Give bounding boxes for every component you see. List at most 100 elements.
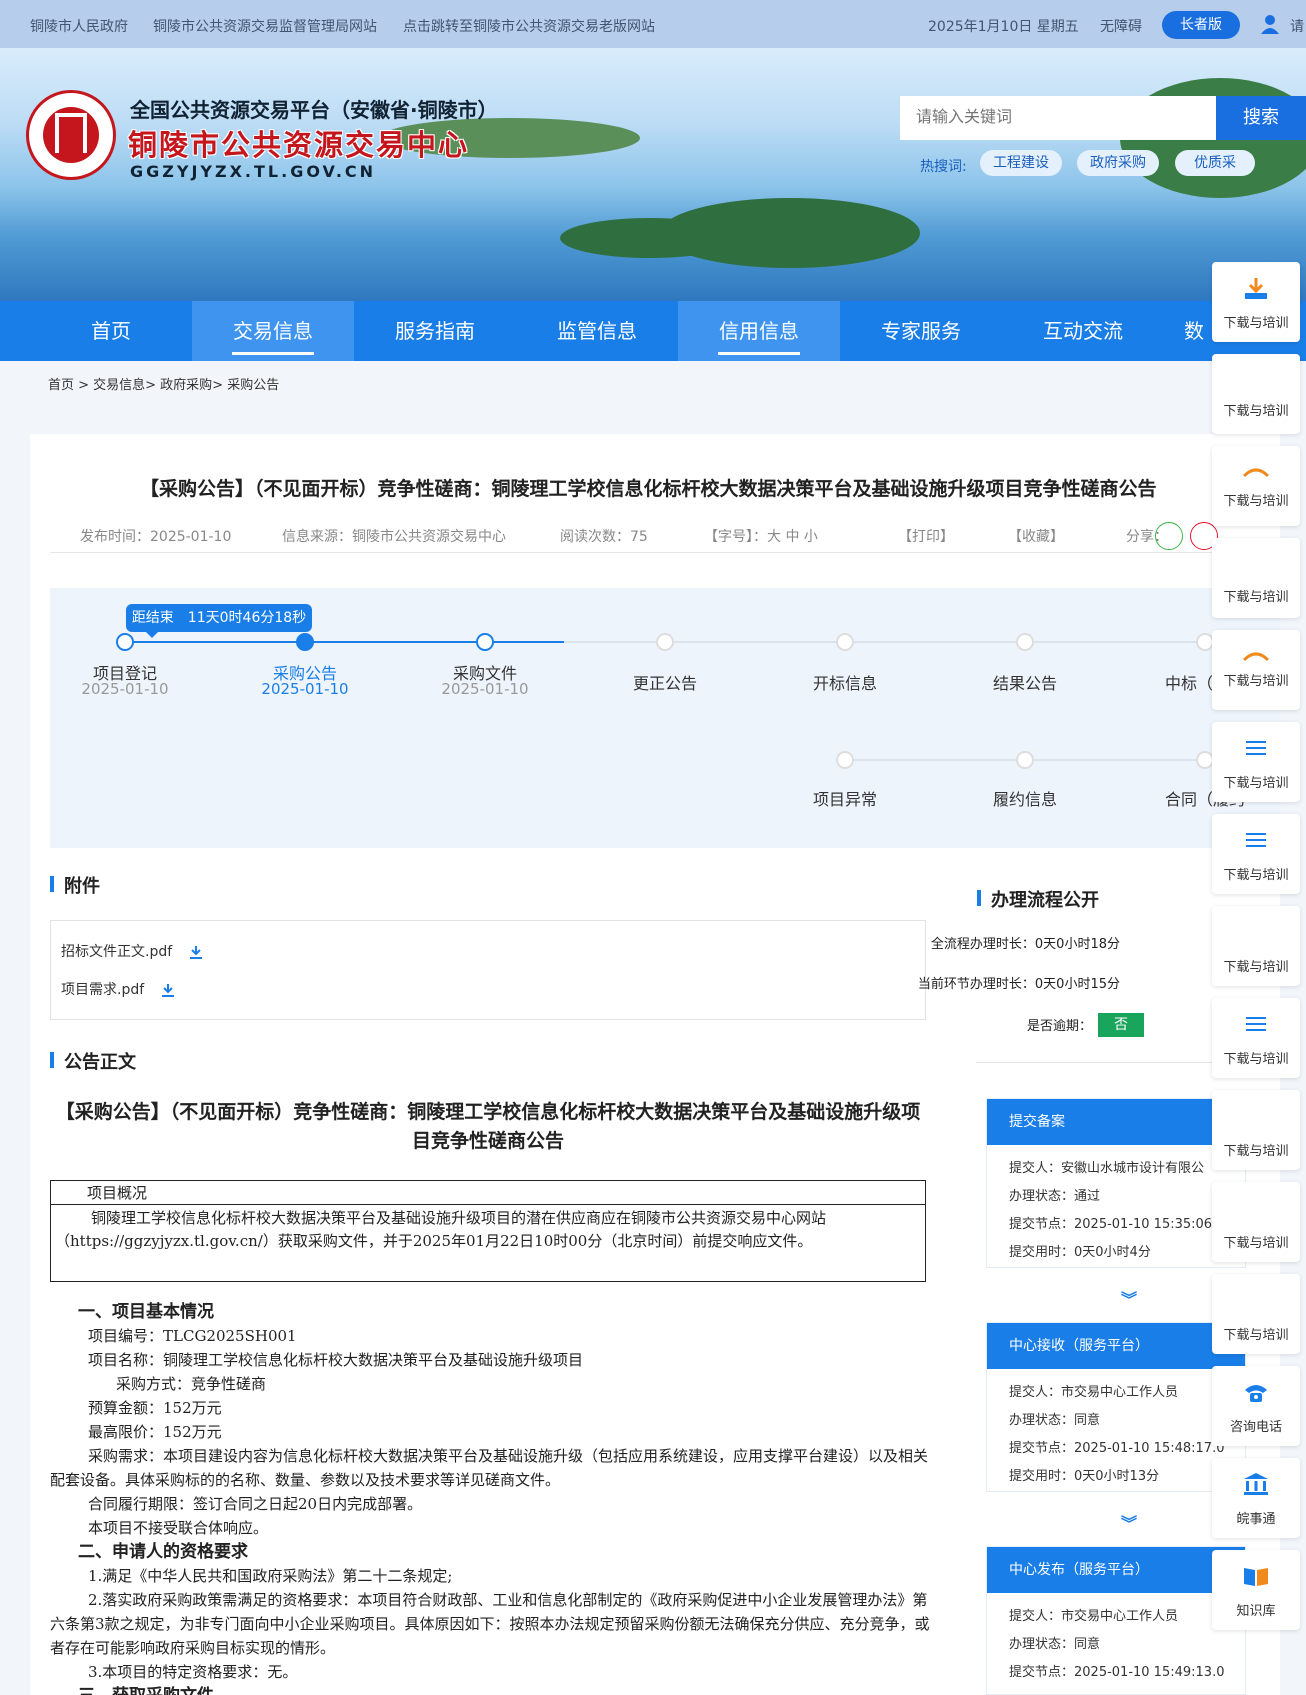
download-icon[interactable] bbox=[189, 945, 203, 959]
project-name: 项目名称：铜陵理工学校信息化标杆校大数据决策平台及基础设施升级项目 bbox=[88, 1351, 584, 1369]
link-old-site[interactable]: 点击跳转至铜陵市公共资源交易老版网站 bbox=[403, 16, 655, 36]
hot-tag-engineering[interactable]: 工程建设 bbox=[980, 150, 1062, 176]
hot-tag-youzhicai[interactable]: 优质采 bbox=[1175, 150, 1255, 176]
timeline-label-exception: 项目异常 bbox=[812, 790, 877, 809]
overview-body: 铜陵理工学校信息化标杆校大数据决策平台及基础设施升级项目的潜在供应商应在铜陵市公… bbox=[55, 1209, 827, 1250]
attachment-link[interactable]: 项目需求.pdf bbox=[61, 979, 175, 999]
timeline-date-announcement: 2025-01-10 bbox=[261, 680, 349, 698]
overdue-label: 是否逾期： bbox=[1026, 1019, 1092, 1034]
favorite-button[interactable]: 【收藏】 bbox=[1008, 526, 1064, 546]
budget-amount: 预算金额：152万元 bbox=[88, 1399, 222, 1417]
site-title: 铜陵市公共资源交易中心 bbox=[128, 128, 470, 162]
breadcrumb[interactable]: 首页 > 交易信息> 政府采购> 采购公告 bbox=[48, 374, 279, 393]
timeline-node-correction[interactable] bbox=[656, 633, 674, 651]
timeline-track-done bbox=[124, 641, 564, 643]
site-domain: GGZYJYZX.TL.GOV.CN bbox=[130, 162, 377, 181]
download-training-button[interactable]: 下载与培训 bbox=[1212, 998, 1300, 1078]
knowledge-base-label: 知识库 bbox=[1236, 1604, 1276, 1619]
search-button[interactable]: 搜索 bbox=[1216, 96, 1306, 140]
wechat-share-icon[interactable] bbox=[1155, 522, 1183, 550]
search-input[interactable] bbox=[900, 96, 1218, 140]
consult-phone-button[interactable]: 咨询电话 bbox=[1212, 1366, 1300, 1446]
announcement-title: 【采购公告】（不见面开标）竞争性磋商：铜陵理工学校信息化标杆校大数据决策平台及基… bbox=[55, 1101, 921, 1152]
download-training-label: 下载与培训 bbox=[1223, 1236, 1289, 1251]
timeline-node-performance[interactable] bbox=[1016, 751, 1034, 769]
nav-expert[interactable]: 专家服务 bbox=[840, 301, 1002, 361]
download-training-button[interactable]: 下载与培训 bbox=[1212, 354, 1300, 434]
attachment-link[interactable]: 招标文件正文.pdf bbox=[61, 941, 203, 961]
download-icon[interactable] bbox=[161, 983, 175, 997]
timeline-node-register[interactable] bbox=[116, 633, 134, 651]
print-button[interactable]: 【打印】 bbox=[898, 526, 954, 546]
main-nav: 首页 交易信息 服务指南 监管信息 信用信息 专家服务 互动交流 数 bbox=[0, 301, 1306, 361]
view-count: 阅读次数：75 bbox=[560, 529, 648, 545]
process-submitter: 提交人：市交易中心工作人员 bbox=[1009, 1385, 1179, 1400]
user-icon[interactable] bbox=[1260, 14, 1280, 34]
process-node: 提交节点：2025-01-10 15:35:06.0 bbox=[1009, 1217, 1225, 1232]
download-training-label: 下载与培训 bbox=[1223, 1052, 1289, 1067]
process-time: 提交用时：0天0小时4分 bbox=[1009, 1245, 1151, 1260]
nav-home[interactable]: 首页 bbox=[30, 301, 192, 361]
download-training-button[interactable]: 下载与培训 bbox=[1212, 538, 1300, 618]
download-training-button[interactable]: 下载与培训 bbox=[1212, 722, 1300, 802]
link-supervision-bureau[interactable]: 铜陵市公共资源交易监督管理局网站 bbox=[153, 16, 377, 36]
nav-service-guide[interactable]: 服务指南 bbox=[354, 301, 516, 361]
section-heading: 三、获取采购文件 bbox=[50, 1684, 930, 1695]
book-icon bbox=[1242, 652, 1270, 662]
timeline-node-announcement[interactable] bbox=[296, 633, 314, 651]
hot-tag-gov-procurement[interactable]: 政府采购 bbox=[1077, 150, 1159, 176]
procurement-method: 采购方式：竞争性磋商 bbox=[116, 1375, 267, 1393]
overdue-badge: 否 bbox=[1098, 1013, 1144, 1037]
timeline-label-correction: 更正公告 bbox=[632, 674, 697, 693]
qualification-item: 3.本项目的特定资格要求：无。 bbox=[88, 1663, 298, 1681]
nav-interaction[interactable]: 互动交流 bbox=[1002, 301, 1164, 361]
wanshitong-button[interactable]: 皖事通 bbox=[1212, 1458, 1300, 1538]
timeline-node-result[interactable] bbox=[1016, 633, 1034, 651]
download-training-button[interactable]: 下载与培训 bbox=[1212, 1182, 1300, 1262]
project-number: 项目编号：TLCG2025SH001 bbox=[88, 1327, 297, 1345]
no-consortium: 本项目不接受联合体响应。 bbox=[88, 1519, 269, 1537]
qualification-item: 2.落实政府采购政策需满足的资格要求：本项目符合财政部、工业和信息化部制定的《政… bbox=[50, 1591, 930, 1657]
nav-trade-info[interactable]: 交易信息 bbox=[192, 301, 354, 361]
knowledge-base-button[interactable]: 知识库 bbox=[1212, 1550, 1300, 1630]
download-training-label: 下载与培训 bbox=[1223, 404, 1289, 419]
download-training-label: 下载与培训 bbox=[1223, 316, 1289, 331]
download-icon bbox=[1245, 278, 1267, 299]
consult-phone-label: 咨询电话 bbox=[1229, 1420, 1282, 1435]
timeline-label-result: 结果公告 bbox=[992, 674, 1057, 693]
elder-mode-button[interactable]: 长者版 bbox=[1162, 11, 1240, 39]
timeline-node-documents[interactable] bbox=[476, 633, 494, 651]
download-training-button[interactable]: 下载与培训 bbox=[1212, 1090, 1300, 1170]
download-training-button[interactable]: 下载与培训 bbox=[1212, 906, 1300, 986]
process-card-title: 中心发布（服务平台） bbox=[987, 1547, 1245, 1593]
download-training-button[interactable]: 下载与培训 bbox=[1212, 814, 1300, 894]
process-status: 办理状态：同意 bbox=[1009, 1637, 1101, 1652]
link-tongling-gov[interactable]: 铜陵市人民政府 bbox=[30, 16, 128, 36]
floating-toolbar: 下载与培训 下载与培训 下载与培训 下载与培训 下载与培训 下载与培训 下载与培… bbox=[1212, 262, 1300, 1695]
attachments-box: 招标文件正文.pdf 项目需求.pdf bbox=[50, 920, 926, 1020]
nav-supervision[interactable]: 监管信息 bbox=[516, 301, 678, 361]
total-duration: 全流程办理时长：0天0小时18分 bbox=[930, 937, 1120, 952]
login-link[interactable]: 请 bbox=[1290, 16, 1304, 36]
government-building-icon bbox=[1244, 1473, 1268, 1495]
timeline-node-exception[interactable] bbox=[836, 751, 854, 769]
font-size-control[interactable]: 【字号】：大 中 小 bbox=[704, 526, 818, 546]
download-training-label: 下载与培训 bbox=[1223, 1144, 1289, 1159]
process-divider bbox=[976, 1062, 1246, 1063]
attachment-filename[interactable]: 招标文件正文.pdf bbox=[61, 944, 172, 960]
accessibility-link[interactable]: 无障碍 bbox=[1100, 16, 1142, 36]
process-status: 办理状态：通过 bbox=[1009, 1189, 1101, 1204]
process-submitter: 提交人：安徽山水城市设计有限公 bbox=[1009, 1161, 1205, 1176]
qualification-item: 1.满足《中华人民共和国政府采购法》第二十二条规定; bbox=[88, 1567, 453, 1585]
attachment-filename[interactable]: 项目需求.pdf bbox=[61, 982, 144, 998]
publish-time: 发布时间：2025-01-10 bbox=[80, 529, 232, 545]
nav-credit[interactable]: 信用信息 bbox=[678, 301, 840, 361]
download-training-button[interactable]: 下载与培训 bbox=[1212, 630, 1300, 710]
list-icon bbox=[1246, 833, 1266, 847]
download-training-button[interactable]: 下载与培训 bbox=[1212, 1274, 1300, 1354]
download-training-button[interactable]: 下载与培训 bbox=[1212, 446, 1300, 526]
download-training-button[interactable]: 下载与培训 bbox=[1212, 262, 1300, 342]
timeline-node-opening[interactable] bbox=[836, 633, 854, 651]
process-card-title: 提交备案 bbox=[987, 1099, 1245, 1145]
list-icon bbox=[1246, 741, 1266, 755]
